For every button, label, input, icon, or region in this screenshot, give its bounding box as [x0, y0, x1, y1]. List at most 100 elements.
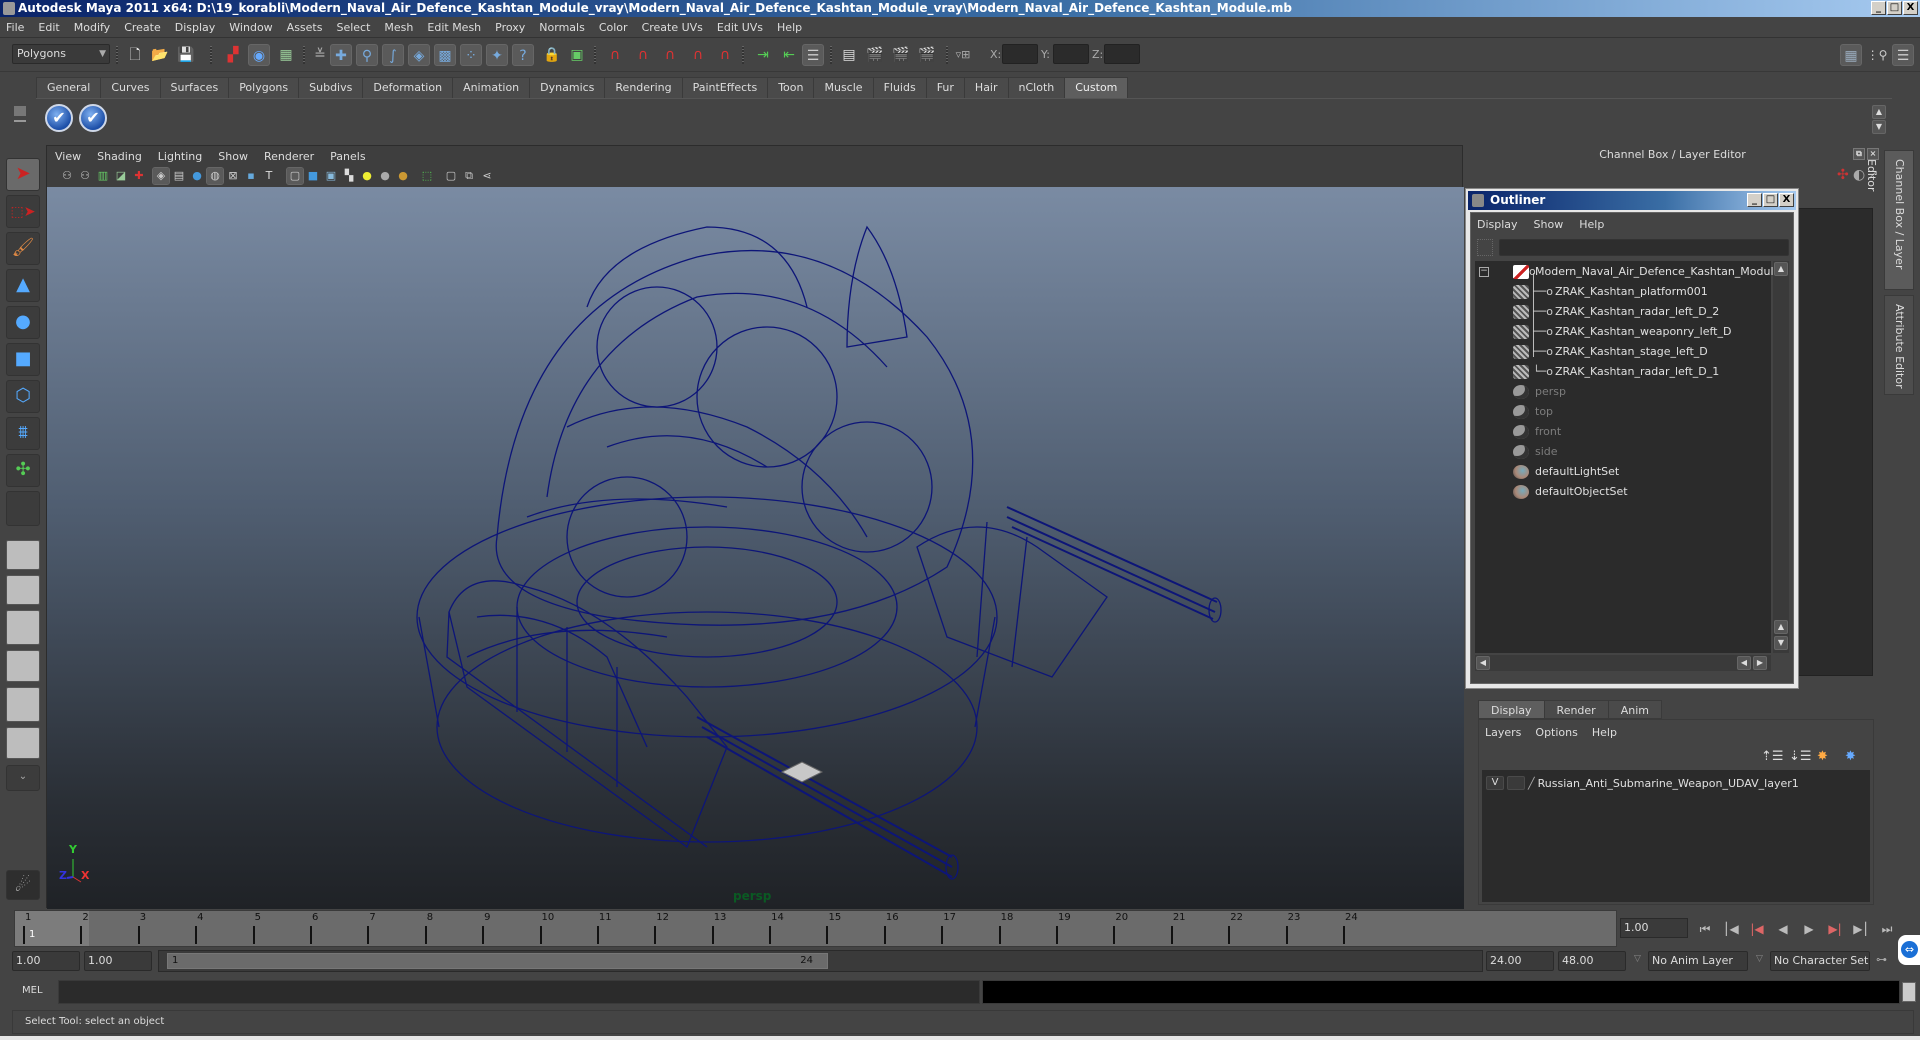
select-tool-icon[interactable]: ➤ — [6, 158, 40, 191]
two-d-pan-zoom-icon[interactable]: ✚ — [131, 168, 147, 184]
minimize-button[interactable]: _ — [1871, 1, 1886, 15]
select-dynamics-icon[interactable]: ⁘ — [460, 44, 482, 66]
shadows-icon[interactable]: ● — [395, 168, 411, 184]
hypershade-persp-layout-icon[interactable] — [6, 687, 40, 722]
shelf-menu-handle[interactable] — [14, 106, 28, 136]
outliner-item[interactable]: └─ο ZRAK_Kashtan_radar_left_D_1 — [1475, 362, 1771, 382]
playback-end-field[interactable]: 24.00 — [1486, 951, 1554, 971]
field-chart-icon[interactable]: ⊠ — [225, 168, 241, 184]
shelf-tab-dynamics[interactable]: Dynamics — [529, 77, 606, 98]
outliner-persp-layout-icon[interactable] — [6, 610, 40, 645]
viewport-menu-show[interactable]: Show — [218, 150, 248, 163]
shelf-tab-fluids[interactable]: Fluids — [872, 77, 927, 98]
select-by-component-type-icon[interactable]: ▦ — [275, 44, 297, 66]
select-joints-icon[interactable]: ⚲ — [356, 44, 378, 66]
four-view-layout-icon[interactable] — [6, 575, 40, 605]
script-editor-icon[interactable] — [1902, 982, 1916, 1002]
outliner-item[interactable]: persp — [1475, 382, 1771, 402]
3d-view[interactable]: Y X Z persp — [47, 187, 1464, 909]
layer-menu-help[interactable]: Help — [1592, 726, 1617, 739]
soft-modification-tool-icon[interactable]: ⩩ — [6, 417, 40, 450]
time-slider[interactable]: 1 2 3 4 5 6 7 8 9 10 11 12 13 14 15 16 17 18 19 20 21 22 23 24 1 — [14, 910, 1617, 947]
range-slider-bar[interactable]: 1 24 — [167, 953, 828, 969]
xray-components-icon[interactable]: ⋖ — [479, 168, 495, 184]
layer-visibility-toggle[interactable]: V — [1486, 776, 1504, 790]
render-view-icon[interactable]: ▤ — [838, 44, 860, 66]
shelf-scroll-up[interactable]: ▲ — [1872, 105, 1886, 119]
snap-to-grid-icon[interactable]: ∩ — [604, 44, 626, 66]
layer-menu-options[interactable]: Options — [1535, 726, 1577, 739]
step-forward-key-button[interactable]: ▶⎮ — [1851, 920, 1871, 938]
go-to-end-button[interactable]: ⏭ — [1877, 920, 1897, 938]
outliner-item[interactable]: side — [1475, 442, 1771, 462]
outliner-item[interactable]: ──ο ZRAK_Kashtan_stage_left_D — [1475, 342, 1771, 362]
more-layouts-button[interactable]: ⌄ — [6, 765, 40, 791]
outliner-menu-show[interactable]: Show — [1534, 218, 1564, 231]
outliner-item[interactable]: ──ο ZRAK_Kashtan_platform001 — [1475, 282, 1771, 302]
move-layer-up-icon[interactable]: ⇡☰ — [1761, 749, 1784, 765]
shelf-tab-hair[interactable]: Hair — [963, 77, 1009, 98]
layer-color-swatch[interactable]: ╱ — [1528, 777, 1535, 790]
snap-to-point-icon[interactable]: ∩ — [659, 44, 681, 66]
anim-layer-dropdown[interactable]: No Anim Layer — [1648, 951, 1748, 971]
grid-toggle-icon[interactable]: ◈ — [152, 167, 170, 185]
menu-select[interactable]: Select — [336, 21, 370, 34]
menu-edit-mesh[interactable]: Edit Mesh — [427, 21, 481, 34]
step-forward-frame-button[interactable]: ▶| — [1825, 920, 1845, 938]
snap-to-curve-icon[interactable]: ∩ — [632, 44, 654, 66]
command-input[interactable] — [58, 980, 980, 1004]
textured-icon[interactable]: ▚ — [341, 168, 357, 184]
isolate-select-icon[interactable]: ⬚ — [419, 168, 435, 184]
paint-select-tool-icon[interactable]: 🖌 — [6, 232, 40, 265]
maximize-button[interactable]: □ — [1887, 1, 1902, 15]
input-ops-icon[interactable]: ⇥ — [752, 44, 774, 66]
make-live-icon[interactable]: ∩ — [714, 44, 736, 66]
shelf-tab-rendering[interactable]: Rendering — [604, 77, 683, 98]
render-current-frame-icon[interactable]: 🎬 — [864, 44, 886, 66]
step-back-key-button[interactable]: ⎮◀ — [1721, 920, 1741, 938]
new-layer-icon[interactable]: ✸ — [1817, 749, 1837, 765]
shelf-button-check-2[interactable]: ✔ — [79, 104, 107, 132]
shelf-tab-deformation[interactable]: Deformation — [362, 77, 454, 98]
animation-end-field[interactable]: 48.00 — [1558, 951, 1626, 971]
xray-joints-icon[interactable]: ⧉ — [461, 168, 477, 184]
transform-mode-icon[interactable]: ▿⊞ — [952, 44, 974, 66]
outliner-close-button[interactable]: X — [1779, 193, 1794, 207]
scroll-right-button[interactable]: ▶ — [1753, 656, 1767, 670]
default-lighting-icon[interactable]: ● — [359, 168, 375, 184]
open-scene-icon[interactable]: 📂 — [149, 44, 171, 66]
all-lights-icon[interactable]: ● — [377, 168, 393, 184]
outliner-item[interactable]: ο Modern_Naval_Air_Defence_Kashtan_Modul… — [1475, 262, 1780, 282]
persp-graph-layout-icon[interactable] — [6, 650, 40, 682]
layer-row[interactable]: V ╱ Russian_Anti_Submarine_Weapon_UDAV_l… — [1486, 774, 1799, 792]
output-ops-icon[interactable]: ⇤ — [778, 44, 800, 66]
side-tab-channel-box[interactable]: Channel Box / Layer Editor — [1865, 150, 1914, 290]
persp-outliner-graph-layout-icon[interactable] — [6, 727, 40, 759]
wireframe-on-shaded-icon[interactable]: ▣ — [323, 168, 339, 184]
safe-action-icon[interactable]: ▪ — [243, 168, 259, 184]
outliner-menu-display[interactable]: Display — [1477, 218, 1518, 231]
viewport-menu-lighting[interactable]: Lighting — [158, 150, 202, 163]
menu-help[interactable]: Help — [777, 21, 802, 34]
menu-mesh[interactable]: Mesh — [384, 21, 413, 34]
outliner-maximize-button[interactable]: □ — [1763, 193, 1778, 207]
scroll-left-button[interactable]: ◀ — [1476, 656, 1490, 670]
outliner-horizontal-scrollbar[interactable]: ◀ ◀ ▶ — [1475, 655, 1771, 671]
shelf-tab-custom[interactable]: Custom — [1064, 77, 1129, 98]
image-plane-icon[interactable]: ◪ — [113, 168, 129, 184]
single-perspective-layout-icon[interactable] — [6, 540, 40, 570]
construction-history-icon[interactable]: ☰ — [802, 44, 824, 66]
play-backwards-button[interactable]: ◀ — [1773, 920, 1793, 938]
menu-create[interactable]: Create — [124, 21, 161, 34]
film-gate-icon[interactable]: ▤ — [171, 168, 187, 184]
shelf-tab-subdivs[interactable]: Subdivs — [298, 77, 364, 98]
shelf-tab-animation[interactable]: Animation — [452, 77, 531, 98]
scroll-up-small-button[interactable]: ▲ — [1774, 620, 1788, 634]
scale-tool-icon[interactable]: ■ — [6, 343, 40, 376]
outliner-item[interactable]: ──ο ZRAK_Kashtan_radar_left_D_2 — [1475, 302, 1771, 322]
select-camera-icon[interactable]: ⚇ — [59, 168, 75, 184]
range-slider[interactable]: 1 24 — [158, 950, 1483, 972]
safe-title-icon[interactable]: T — [261, 168, 277, 184]
lasso-tool-icon[interactable]: ⬚➤ — [6, 195, 40, 228]
outliner-item[interactable]: top — [1475, 402, 1771, 422]
